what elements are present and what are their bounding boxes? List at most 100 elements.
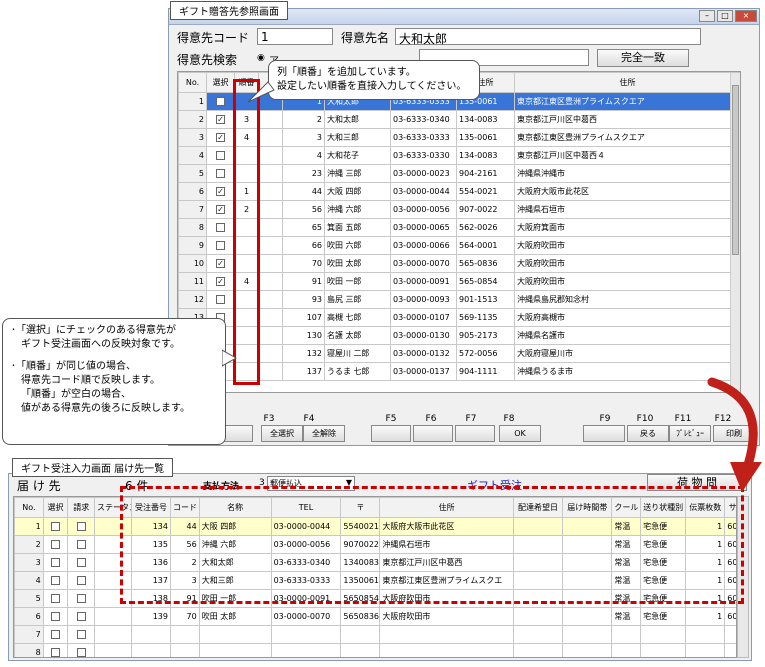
select-cell[interactable] xyxy=(42,517,69,536)
destination-row[interactable]: 6 139 70 吹田 太郎 03-0000-0070 5650836 大阪府吹田市 常温 宅急… xyxy=(14,607,736,626)
fkey-button-f3[interactable]: 全選択 xyxy=(261,425,303,442)
billing-cell[interactable] xyxy=(67,625,96,644)
customer-row[interactable]: 3 ✓ 4 3 大和三郎 03-6333-0333 135-0061 東京都江東区豊洲プライム… xyxy=(178,128,740,147)
select-checkbox[interactable] xyxy=(51,540,61,549)
billing-checkbox[interactable] xyxy=(76,612,86,621)
select-checkbox[interactable] xyxy=(51,648,61,657)
customer-code-input[interactable]: 1 xyxy=(257,28,333,45)
fkey-button-f8[interactable]: OK xyxy=(499,425,541,442)
scrollbar-thumb[interactable] xyxy=(732,85,739,255)
customer-row[interactable]: 13107高槻 七郎03-0000-0107569-1135大阪府高槻市 xyxy=(178,308,740,327)
fkey-button-f6[interactable] xyxy=(413,425,453,442)
select-checkbox[interactable]: ✓ xyxy=(216,277,225,286)
status-cell xyxy=(94,625,132,644)
select-cell[interactable] xyxy=(42,571,69,590)
customer-row[interactable]: 8 65 箕面 五郎 03-0000-0065 562-0026 大阪府箕面市 xyxy=(178,218,740,237)
select-checkbox[interactable] xyxy=(216,169,225,178)
select-cell[interactable]: ✓ xyxy=(206,110,235,129)
tel-cell: 03-0000-0091 xyxy=(390,272,457,291)
select-checkbox[interactable] xyxy=(216,295,225,304)
billing-cell[interactable] xyxy=(67,535,96,554)
minimize-icon[interactable]: – xyxy=(699,10,715,22)
fkey-button-f5[interactable] xyxy=(371,425,411,442)
select-cell[interactable] xyxy=(42,589,69,608)
grid-scrollbar[interactable] xyxy=(730,73,740,391)
cool-cell xyxy=(611,625,642,644)
select-cell[interactable] xyxy=(42,643,69,657)
customer-name-cell: うるま 七郎 xyxy=(324,362,391,381)
select-cell[interactable] xyxy=(206,92,235,111)
select-cell[interactable] xyxy=(42,535,69,554)
order-column-highlight xyxy=(233,79,260,385)
select-cell[interactable] xyxy=(206,218,235,237)
select-cell[interactable]: ✓ xyxy=(206,254,235,273)
select-checkbox[interactable] xyxy=(216,97,225,106)
customer-name-cell: 吹田 六郎 xyxy=(324,236,391,255)
close-icon[interactable]: × xyxy=(735,10,757,22)
customer-row[interactable]: 15132寝屋川 二郎03-0000-0132572-0056大阪府寝屋川市 xyxy=(178,344,740,363)
select-cell[interactable] xyxy=(42,625,69,644)
select-checkbox[interactable] xyxy=(51,522,61,531)
customer-row[interactable]: 12 93 島尻 三郎 03-0000-0093 901-1513 沖縄県島尻郡知念村 xyxy=(178,290,740,309)
billing-checkbox[interactable] xyxy=(76,558,86,567)
select-cell[interactable]: ✓ xyxy=(206,182,235,201)
billing-checkbox[interactable] xyxy=(76,648,86,657)
select-checkbox[interactable]: ✓ xyxy=(216,187,225,196)
billing-cell[interactable] xyxy=(67,607,96,626)
customer-row[interactable]: 7 ✓ 2 56 沖縄 六郎 03-0000-0056 907-0022 沖縄県石垣市 xyxy=(178,200,740,219)
billing-cell[interactable] xyxy=(67,553,96,572)
customer-row[interactable]: 4 4 大和花子 03-6333-0330 134-0083 東京都江戸川区中葛西４ xyxy=(178,146,740,165)
select-checkbox[interactable] xyxy=(51,612,61,621)
maximize-icon[interactable]: □ xyxy=(717,10,733,22)
fkey-button-f9[interactable] xyxy=(583,425,625,442)
billing-checkbox[interactable] xyxy=(76,630,86,639)
select-checkbox[interactable] xyxy=(51,558,61,567)
select-checkbox[interactable] xyxy=(51,576,61,585)
select-checkbox[interactable]: ✓ xyxy=(216,259,225,268)
select-cell[interactable]: ✓ xyxy=(206,272,235,291)
billing-checkbox[interactable] xyxy=(76,576,86,585)
select-checkbox[interactable]: ✓ xyxy=(216,205,225,214)
customer-name-input[interactable]: 大和太郎 xyxy=(395,28,701,46)
select-checkbox[interactable] xyxy=(51,594,61,603)
select-cell[interactable] xyxy=(206,164,235,183)
select-cell[interactable] xyxy=(206,236,235,255)
exact-match-button[interactable]: 完全一致 xyxy=(597,49,689,67)
billing-cell[interactable] xyxy=(67,589,96,608)
fkey-button-f4[interactable]: 全解除 xyxy=(303,425,345,442)
customer-code-cell: 93 xyxy=(282,290,325,309)
select-cell[interactable] xyxy=(42,607,69,626)
select-checkbox[interactable] xyxy=(216,241,225,250)
select-checkbox[interactable]: ✓ xyxy=(216,115,225,124)
customer-row[interactable]: 9 66 吹田 六郎 03-0000-0066 564-0001 大阪府吹田市 xyxy=(178,236,740,255)
select-checkbox[interactable] xyxy=(216,151,225,160)
dest-col-2: 請求 xyxy=(67,497,96,518)
select-checkbox[interactable] xyxy=(51,630,61,639)
select-cell[interactable] xyxy=(206,290,235,309)
select-checkbox[interactable]: ✓ xyxy=(216,133,225,142)
select-cell[interactable]: ✓ xyxy=(206,128,235,147)
fkey-button-f10[interactable]: 戻る xyxy=(627,425,669,442)
billing-checkbox[interactable] xyxy=(76,540,86,549)
customer-row[interactable]: 6 ✓ 1 44 大阪 四郎 03-0000-0044 554-0021 大阪府大阪市此花区 xyxy=(178,182,740,201)
customer-row[interactable]: 16137うるま 七郎03-0000-0137904-1111沖縄県うるま市 xyxy=(178,362,740,381)
billing-cell[interactable] xyxy=(67,643,96,657)
customer-row[interactable]: 14130名護 太郎03-0000-0130905-2173沖縄県名護市 xyxy=(178,326,740,345)
billing-cell[interactable] xyxy=(67,517,96,536)
search-radio-icon[interactable]: ◉ xyxy=(257,53,265,63)
select-cell[interactable] xyxy=(206,146,235,165)
fkey-button-f7[interactable] xyxy=(455,425,495,442)
customer-row[interactable]: 5 23 沖縄 三郎 03-0000-0023 904-2161 沖縄県沖縄市 xyxy=(178,164,740,183)
customer-row[interactable]: 10 ✓ 70 吹田 太郎 03-0000-0070 565-0836 大阪府吹田市 xyxy=(178,254,740,273)
select-cell[interactable] xyxy=(42,553,69,572)
select-cell[interactable]: ✓ xyxy=(206,200,235,219)
destination-row[interactable]: 8 xyxy=(14,643,736,657)
customer-row[interactable]: 11 ✓ 4 91 吹田 一郎 03-0000-0091 565-0854 大阪府吹田市 xyxy=(178,272,740,291)
destination-row[interactable]: 7 xyxy=(14,625,736,644)
billing-checkbox[interactable] xyxy=(76,522,86,531)
size-cell xyxy=(724,643,736,657)
billing-cell[interactable] xyxy=(67,571,96,590)
customer-row[interactable]: 2 ✓ 3 2 大和太郎 03-6333-0340 134-0083 東京都江戸川区中葛西 xyxy=(178,110,740,129)
select-checkbox[interactable] xyxy=(216,223,225,232)
billing-checkbox[interactable] xyxy=(76,594,86,603)
